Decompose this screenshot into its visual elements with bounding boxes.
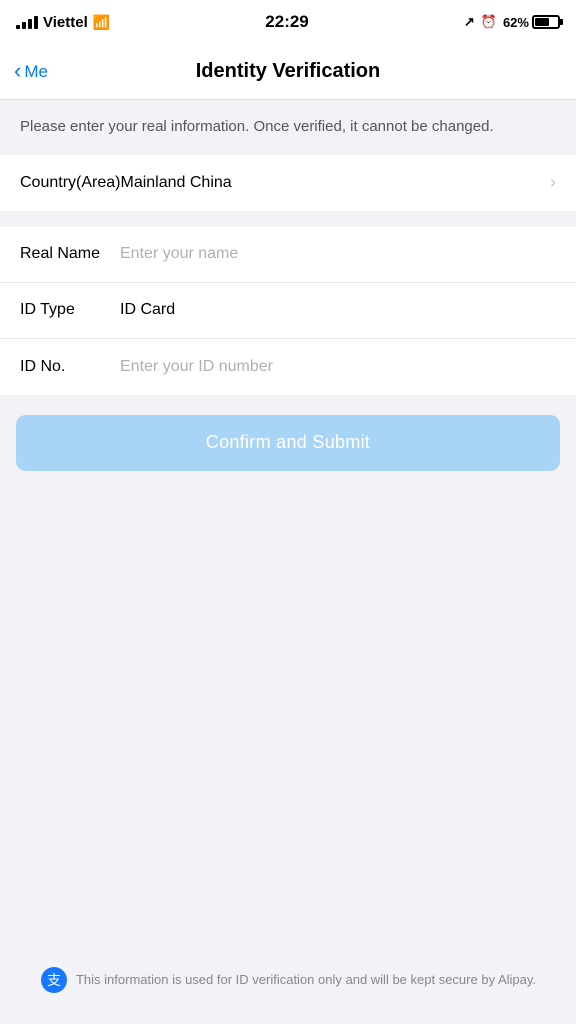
svg-text:支: 支 <box>47 972 61 988</box>
id-no-row: ID No. <box>0 339 576 395</box>
section-divider-1 <box>0 211 576 227</box>
nav-bar: ‹ Me Identity Verification <box>0 44 576 100</box>
alipay-icon: 支 <box>40 966 68 994</box>
country-label: Country(Area) <box>20 174 120 192</box>
country-value: Mainland China <box>120 174 550 192</box>
id-type-row[interactable]: ID Type ID Card <box>0 283 576 339</box>
battery-indicator: 62% <box>503 15 560 30</box>
country-section: Country(Area) Mainland China › <box>0 155 576 211</box>
id-no-input[interactable] <box>120 358 556 376</box>
real-name-label: Real Name <box>20 245 120 263</box>
info-banner: Please enter your real information. Once… <box>0 100 576 155</box>
id-no-label: ID No. <box>20 358 120 376</box>
id-type-value: ID Card <box>120 301 556 319</box>
battery-icon <box>532 15 560 29</box>
status-left: Viettel 📶 <box>16 14 110 31</box>
signal-icon <box>16 15 38 29</box>
chevron-left-icon: ‹ <box>14 60 21 82</box>
chevron-right-icon: › <box>550 172 556 193</box>
real-name-input[interactable] <box>120 245 556 263</box>
footer: 支 This information is used for ID verifi… <box>0 966 576 994</box>
footer-text: This information is used for ID verifica… <box>76 970 536 990</box>
id-type-label: ID Type <box>20 301 120 319</box>
wifi-icon: 📶 <box>93 14 110 31</box>
status-right: ↗ ⏰ 62% <box>464 14 560 30</box>
country-row[interactable]: Country(Area) Mainland China › <box>0 155 576 211</box>
id-form-section: Real Name ID Type ID Card ID No. <box>0 227 576 395</box>
carrier-label: Viettel <box>43 14 88 31</box>
location-icon: ↗ <box>464 14 475 30</box>
battery-percent: 62% <box>503 15 529 30</box>
alarm-icon: ⏰ <box>481 14 497 30</box>
status-bar: Viettel 📶 22:29 ↗ ⏰ 62% <box>0 0 576 44</box>
time-label: 22:29 <box>265 12 308 32</box>
back-label: Me <box>24 62 48 82</box>
submit-section: Confirm and Submit <box>0 395 576 491</box>
page-title: Identity Verification <box>196 60 380 83</box>
real-name-row: Real Name <box>0 227 576 283</box>
info-text: Please enter your real information. Once… <box>20 118 494 135</box>
main-content: Please enter your real information. Once… <box>0 100 576 1024</box>
confirm-submit-button[interactable]: Confirm and Submit <box>16 415 560 471</box>
back-button[interactable]: ‹ Me <box>14 61 48 82</box>
